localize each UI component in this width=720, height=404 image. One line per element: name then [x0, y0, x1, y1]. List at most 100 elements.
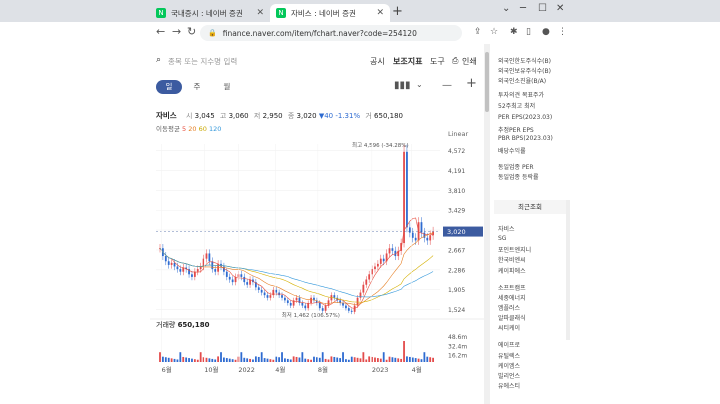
candle: [266, 295, 269, 298]
tab-jarvis[interactable]: N 자비스 : 네이버 증권 ✕: [270, 4, 390, 22]
volume-bar: [350, 356, 353, 362]
volume-bar: [429, 357, 432, 362]
volume-bar: [342, 352, 344, 362]
candle: [368, 274, 371, 280]
volume-bar: [315, 357, 318, 362]
recent-item[interactable]: 케이피에스: [498, 266, 526, 275]
candle: [406, 151, 408, 228]
volume-bar: [257, 356, 260, 362]
summary-item: 외국인소진율(B/A): [498, 78, 547, 85]
back-icon[interactable]: ←: [156, 25, 165, 38]
recent-item[interactable]: 유에스티: [498, 381, 520, 390]
candle: [225, 271, 228, 277]
volume-bar: [385, 359, 388, 362]
close-window-icon[interactable]: ✕: [556, 3, 564, 14]
volume-bar: [426, 356, 429, 362]
candle: [376, 263, 379, 267]
volume-bar: [292, 356, 295, 362]
candle: [286, 300, 289, 303]
summary-item: 투자의견 목표주가: [498, 92, 545, 99]
recent-item[interactable]: SG: [498, 235, 506, 242]
candle: [214, 269, 217, 272]
recent-item[interactable]: 케이엠스: [498, 361, 520, 370]
volume-bar: [403, 341, 405, 362]
bookmark-star-icon[interactable]: ☆: [490, 27, 498, 37]
volume-bar: [379, 358, 382, 362]
reload-icon[interactable]: ↻: [187, 25, 196, 38]
volume-bar: [217, 356, 220, 362]
candle: [208, 253, 211, 262]
volume-bar: [254, 356, 257, 362]
volume-bar: [298, 357, 301, 362]
volume-bar: [249, 358, 251, 362]
maximize-icon[interactable]: ☐: [538, 3, 547, 14]
candle: [281, 295, 283, 298]
share-icon[interactable]: ⇪: [474, 27, 482, 37]
tab-search-icon[interactable]: ⌄: [502, 3, 510, 14]
volume-bar: [330, 356, 333, 362]
recent-item[interactable]: 포인트엔지니: [498, 245, 531, 254]
candle: [228, 276, 231, 280]
volume-legend: 거래량 650,180: [156, 321, 210, 329]
candle: [263, 292, 266, 296]
volume-bar: [327, 359, 330, 362]
volume-bar: [321, 352, 324, 362]
url-field[interactable]: 🔒 finance.naver.com/item/fchart.naver?co…: [200, 25, 462, 41]
sidebar-icon[interactable]: ▯: [526, 27, 531, 37]
volume-bar: [432, 357, 434, 362]
y-tick-label: 2,286: [448, 267, 465, 274]
volume-bar: [225, 358, 228, 362]
volume-bar: [205, 357, 208, 362]
candle: [321, 308, 324, 311]
volume-bar: [423, 352, 426, 362]
volume-bar: [289, 359, 292, 362]
volume-bar: [414, 358, 417, 362]
recent-item[interactable]: 빌리언스: [498, 371, 520, 380]
volume-bar: [336, 357, 339, 362]
recent-item[interactable]: 씨티케이: [498, 323, 520, 332]
volume-bar: [368, 356, 371, 362]
scrollbar-thumb[interactable]: [485, 52, 489, 112]
recent-item[interactable]: 세중에너지: [498, 293, 526, 302]
volume-bar: [304, 358, 307, 362]
max-price-annotation: 최고 4,596 (-34.28%): [352, 141, 409, 149]
volume-bar: [164, 357, 167, 362]
candle: [379, 258, 382, 264]
recent-item[interactable]: 에이프로: [498, 340, 520, 349]
minimize-icon[interactable]: ─: [520, 3, 526, 14]
volume-bar: [173, 358, 176, 362]
candle: [246, 282, 249, 285]
profile-avatar-icon[interactable]: ●: [542, 27, 550, 37]
forward-icon[interactable]: →: [172, 25, 181, 38]
recent-item[interactable]: 한국비엔씨: [498, 255, 526, 264]
candle: [260, 289, 263, 293]
tab-domestic-market[interactable]: N 국내증시 : 네이버 증권 ✕: [150, 4, 270, 22]
recent-item[interactable]: 알파클래식: [498, 313, 526, 322]
volume-bar: [359, 358, 362, 362]
recent-item[interactable]: 엠플러스: [498, 303, 520, 312]
volume-bar: [223, 357, 225, 362]
volume-bar: [310, 359, 312, 362]
close-icon[interactable]: ✕: [256, 8, 264, 18]
candle: [382, 258, 385, 262]
extensions-icon[interactable]: ✱: [510, 27, 518, 37]
candle: [205, 253, 208, 259]
summary-item: 52주최고 최저: [498, 103, 536, 110]
recent-item[interactable]: 자비스: [498, 224, 515, 233]
recent-item[interactable]: 유틸렉스: [498, 351, 520, 360]
volume-bar: [420, 359, 423, 362]
candle: [182, 267, 185, 272]
candle: [374, 266, 376, 270]
volume-bar: [211, 358, 214, 362]
close-icon[interactable]: ✕: [376, 8, 384, 18]
y-tick-label: 4,191: [448, 168, 465, 175]
volume-bar: [243, 357, 246, 362]
recent-item[interactable]: 소프트캠프: [498, 283, 526, 292]
more-menu-icon[interactable]: ⋮: [558, 27, 567, 37]
volume-bar: [159, 352, 161, 362]
volume-bar: [275, 356, 278, 362]
new-tab-icon[interactable]: +: [392, 4, 403, 19]
candle: [196, 269, 199, 272]
tab-label: 자비스 : 네이버 증권: [291, 8, 356, 18]
volume-bar: [391, 357, 394, 362]
